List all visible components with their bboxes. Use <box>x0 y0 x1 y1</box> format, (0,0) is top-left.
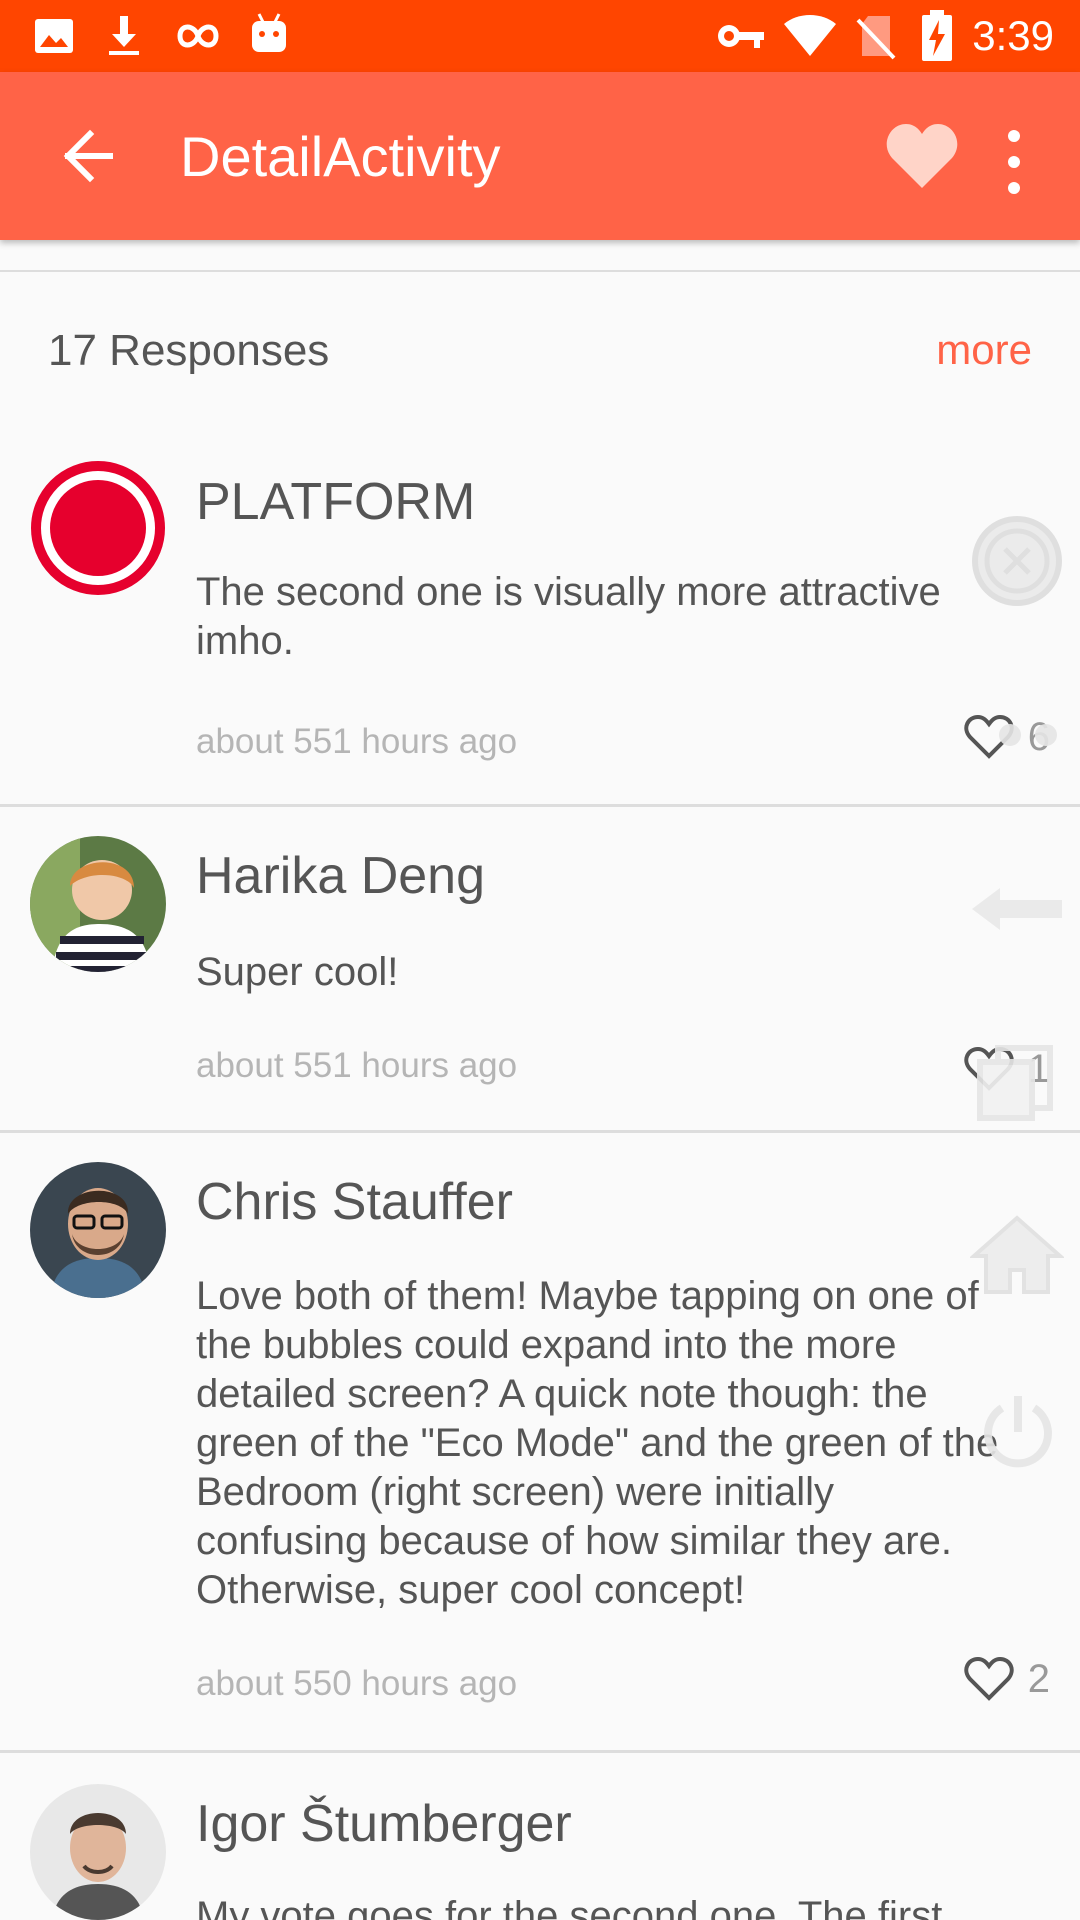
status-bar: 3:39 <box>0 0 1080 72</box>
avatar[interactable] <box>30 836 166 972</box>
status-time: 3:39 <box>972 12 1054 59</box>
user-photo <box>30 1162 166 1298</box>
divider <box>0 1130 1080 1133</box>
commenter-name: PLATFORM <box>196 473 476 531</box>
more-link[interactable]: more <box>936 326 1032 374</box>
arrow-left-icon <box>63 129 113 183</box>
no-sim-icon <box>856 14 896 65</box>
home-icon[interactable] <box>968 1214 1066 1299</box>
image-icon <box>34 18 74 59</box>
user-photo <box>30 1784 166 1920</box>
comment-timestamp: about 551 hours ago <box>196 1046 518 1085</box>
key-icon <box>716 20 766 57</box>
comment-item: Igor Štumberger My vote goes for the sec… <box>0 1784 1080 1920</box>
comment-text: Love both of them! Maybe tapping on one … <box>196 1274 999 1612</box>
like-button[interactable]: 2 <box>964 1656 1050 1702</box>
heart-outline-icon <box>964 1656 1014 1701</box>
app-bar: DetailActivity <box>0 72 1080 240</box>
recent-apps-icon[interactable] <box>976 1044 1054 1127</box>
comment-text: The second one is visually more attracti… <box>196 570 941 663</box>
divider <box>0 1750 1080 1753</box>
infinity-icon <box>174 18 222 59</box>
menu-dots-icon[interactable] <box>996 720 1066 755</box>
close-icon[interactable] <box>970 514 1064 613</box>
more-vert-icon <box>1008 130 1020 194</box>
divider <box>0 804 1080 807</box>
comment-timestamp: about 551 hours ago <box>196 722 518 761</box>
commenter-name: Harika Deng <box>196 847 486 905</box>
wifi-icon <box>782 14 838 63</box>
overflow-menu-button[interactable] <box>994 124 1034 200</box>
battery-charging-icon <box>920 10 954 67</box>
avatar[interactable] <box>30 1784 166 1920</box>
divider <box>0 270 1080 272</box>
back-arrow-button[interactable] <box>44 116 124 196</box>
comment-timestamp: about 550 hours ago <box>196 1664 518 1703</box>
comment-item: Harika Deng Super cool! about 551 hours … <box>0 836 1080 1136</box>
avatar[interactable] <box>30 1162 166 1298</box>
comment-item: PLATFORM The second one is visually more… <box>0 460 1080 810</box>
commenter-name: Igor Štumberger <box>196 1795 572 1853</box>
download-icon <box>106 14 142 63</box>
avatar[interactable] <box>30 460 166 596</box>
responses-count: 17 Responses <box>48 326 330 375</box>
like-count: 2 <box>1027 1656 1050 1701</box>
back-arrow-icon[interactable] <box>970 884 1064 939</box>
commenter-name: Chris Stauffer <box>196 1173 513 1231</box>
comment-item: Chris Stauffer Love both of them! Maybe … <box>0 1162 1080 1756</box>
record-icon <box>31 461 165 595</box>
user-photo <box>30 836 166 972</box>
heart-icon <box>886 124 958 188</box>
android-icon <box>250 12 288 59</box>
favorite-button[interactable] <box>884 120 960 192</box>
page-title: DetailActivity <box>180 125 501 188</box>
power-icon[interactable] <box>976 1390 1060 1479</box>
comment-text: My vote goes for the second one. The fir… <box>196 1894 943 1920</box>
comment-text: Super cool! <box>196 950 399 994</box>
